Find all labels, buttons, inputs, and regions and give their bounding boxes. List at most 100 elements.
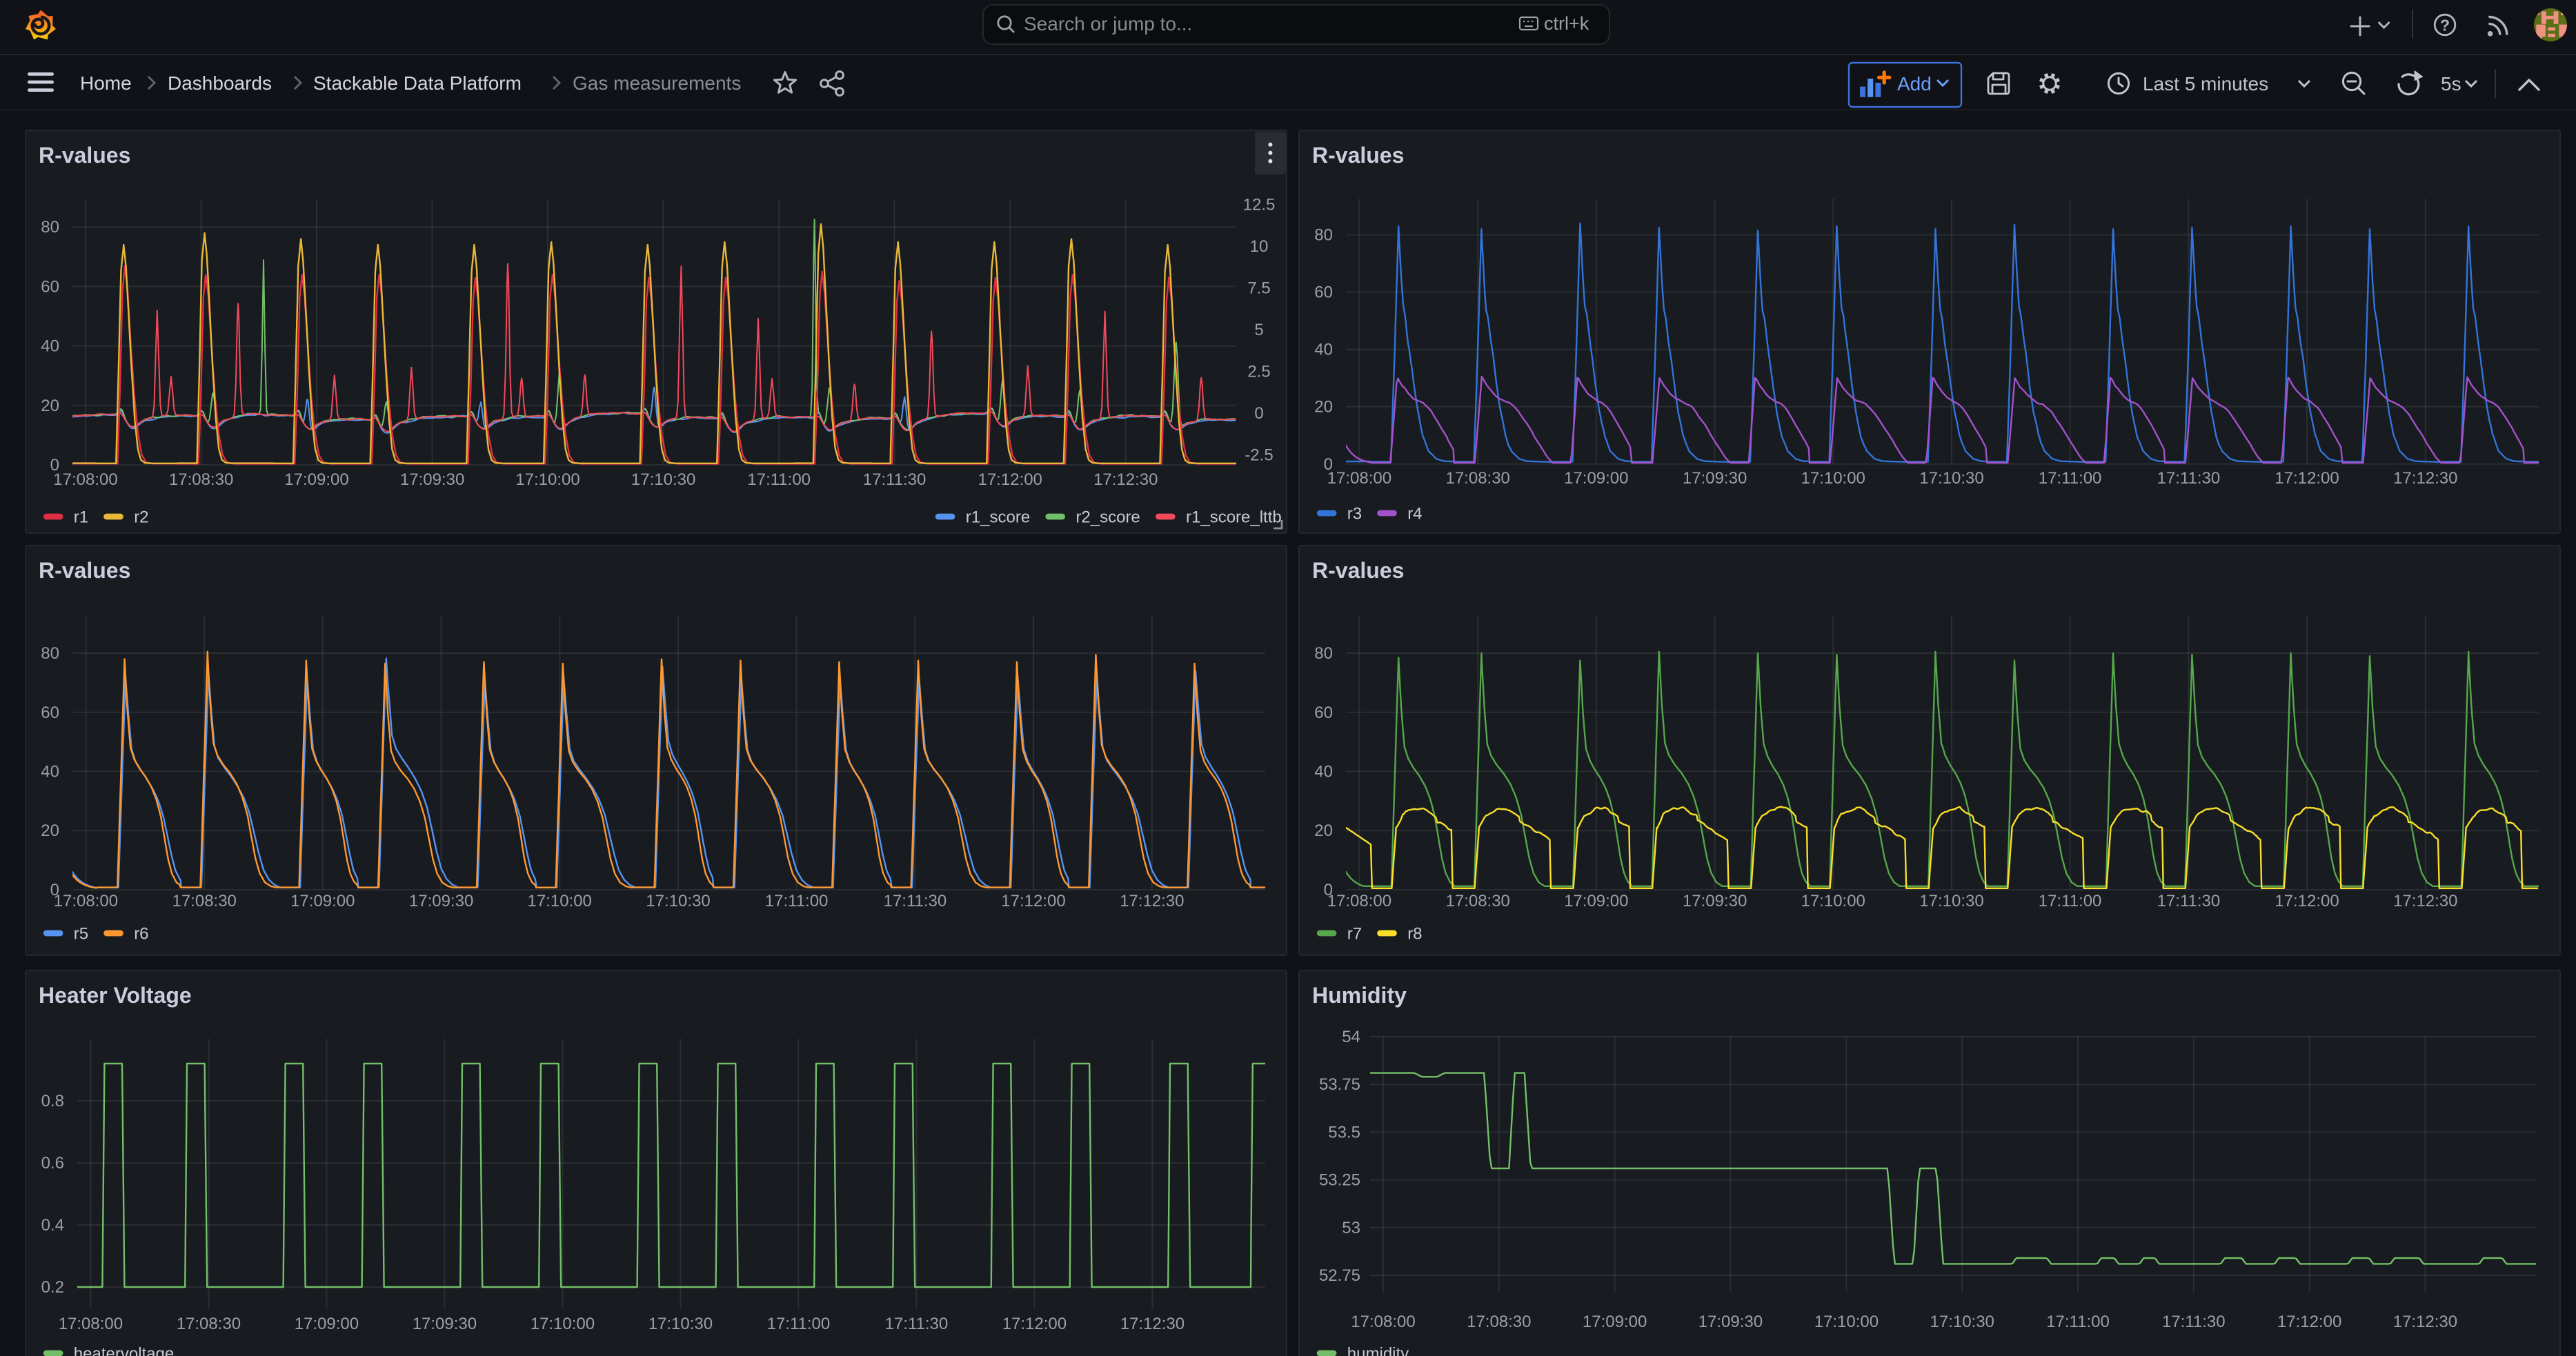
svg-text:40: 40: [41, 762, 59, 781]
svg-text:0: 0: [1254, 404, 1263, 423]
svg-text:20: 20: [1314, 821, 1333, 840]
svg-text:17:11:00: 17:11:00: [767, 1315, 831, 1333]
svg-text:17:10:00: 17:10:00: [527, 892, 591, 910]
svg-text:17:08:00: 17:08:00: [54, 892, 118, 910]
svg-text:17:11:30: 17:11:30: [885, 1315, 949, 1333]
svg-text:40: 40: [1314, 341, 1333, 359]
svg-text:53.75: 53.75: [1319, 1075, 1360, 1094]
svg-text:20: 20: [41, 397, 59, 415]
svg-text:17:09:00: 17:09:00: [1583, 1313, 1647, 1331]
svg-text:17:09:30: 17:09:30: [400, 470, 464, 489]
svg-text:17:08:30: 17:08:30: [1445, 892, 1509, 910]
svg-text:17:09:00: 17:09:00: [1564, 892, 1628, 910]
svg-text:17:12:00: 17:12:00: [2275, 469, 2339, 488]
svg-text:17:11:00: 17:11:00: [2039, 469, 2102, 488]
svg-text:0.6: 0.6: [41, 1154, 64, 1173]
svg-text:Humidity: Humidity: [1312, 983, 1407, 1008]
svg-text:17:09:00: 17:09:00: [295, 1315, 359, 1333]
svg-text:17:11:30: 17:11:30: [2157, 892, 2221, 910]
svg-text:17:12:30: 17:12:30: [1120, 1315, 1185, 1333]
svg-text:17:12:30: 17:12:30: [2393, 892, 2457, 910]
svg-text:60: 60: [1314, 283, 1333, 302]
svg-text:r2: r2: [134, 508, 148, 526]
svg-text:R-values: R-values: [1312, 558, 1404, 583]
svg-text:17:12:30: 17:12:30: [2393, 1313, 2457, 1331]
svg-text:53.5: 53.5: [1328, 1123, 1360, 1141]
svg-text:Search or jump to...: Search or jump to...: [1024, 13, 1192, 34]
svg-text:7.5: 7.5: [1247, 279, 1270, 298]
svg-text:17:10:30: 17:10:30: [1919, 892, 1983, 910]
svg-text:r1: r1: [74, 508, 88, 526]
svg-text:60: 60: [1314, 704, 1333, 722]
svg-text:17:10:00: 17:10:00: [1801, 892, 1865, 910]
svg-text:17:08:30: 17:08:30: [1467, 1313, 1531, 1331]
svg-text:17:08:00: 17:08:00: [1327, 892, 1391, 910]
svg-text:17:12:00: 17:12:00: [1001, 892, 1065, 910]
svg-text:17:11:00: 17:11:00: [765, 892, 829, 910]
svg-text:Home: Home: [80, 72, 132, 94]
svg-text:17:08:00: 17:08:00: [59, 1315, 123, 1333]
svg-text:17:11:00: 17:11:00: [2039, 892, 2102, 910]
svg-text:53.25: 53.25: [1319, 1171, 1360, 1190]
svg-text:40: 40: [1314, 762, 1333, 781]
svg-text:80: 80: [1314, 226, 1333, 244]
svg-text:17:11:30: 17:11:30: [863, 470, 927, 489]
svg-text:20: 20: [41, 821, 59, 840]
svg-text:80: 80: [41, 218, 59, 237]
svg-text:60: 60: [41, 277, 59, 296]
svg-text:40: 40: [41, 337, 59, 356]
svg-text:Gas measurements: Gas measurements: [573, 72, 741, 94]
svg-text:-2.5: -2.5: [1245, 446, 1273, 465]
svg-text:17:12:30: 17:12:30: [1120, 892, 1184, 910]
svg-text:17:09:30: 17:09:30: [413, 1315, 477, 1333]
svg-text:r5: r5: [74, 924, 88, 943]
svg-text:R-values: R-values: [39, 558, 130, 583]
svg-text:17:09:30: 17:09:30: [1683, 469, 1747, 488]
svg-text:r8: r8: [1407, 924, 1422, 943]
svg-text:53: 53: [1342, 1219, 1360, 1237]
svg-text:10: 10: [1250, 237, 1269, 256]
svg-text:Dashboards: Dashboards: [168, 72, 272, 94]
svg-text:Heater Voltage: Heater Voltage: [39, 983, 192, 1008]
svg-text:R-values: R-values: [39, 143, 130, 168]
svg-text:17:09:00: 17:09:00: [284, 470, 348, 489]
svg-text:r4: r4: [1407, 504, 1422, 523]
svg-text:17:10:30: 17:10:30: [1919, 469, 1983, 488]
svg-text:r2_score: r2_score: [1076, 508, 1140, 526]
svg-text:Stackable Data Platform: Stackable Data Platform: [313, 72, 522, 94]
svg-text:17:08:30: 17:08:30: [172, 892, 236, 910]
svg-text:humidity: humidity: [1347, 1344, 1409, 1356]
svg-text:r7: r7: [1347, 924, 1362, 943]
svg-text:80: 80: [41, 644, 59, 663]
svg-text:17:11:30: 17:11:30: [884, 892, 947, 910]
svg-text:17:10:30: 17:10:30: [1930, 1313, 1994, 1331]
svg-text:52.75: 52.75: [1319, 1266, 1360, 1285]
svg-text:17:11:30: 17:11:30: [2162, 1313, 2226, 1331]
svg-text:ctrl+k: ctrl+k: [1544, 13, 1589, 34]
svg-text:17:10:30: 17:10:30: [646, 892, 710, 910]
svg-text:17:10:00: 17:10:00: [531, 1315, 595, 1333]
svg-text:0.2: 0.2: [41, 1278, 64, 1297]
svg-text:17:10:00: 17:10:00: [515, 470, 579, 489]
svg-text:r1_score: r1_score: [966, 508, 1030, 526]
svg-text:5: 5: [1254, 321, 1263, 339]
svg-text:17:12:30: 17:12:30: [2393, 469, 2457, 488]
svg-text:17:11:00: 17:11:00: [747, 470, 811, 489]
svg-text:R-values: R-values: [1312, 143, 1404, 168]
svg-text:5s: 5s: [2441, 73, 2461, 94]
svg-text:17:10:00: 17:10:00: [1801, 469, 1865, 488]
svg-text:0.4: 0.4: [41, 1216, 64, 1235]
svg-text:17:12:00: 17:12:00: [978, 470, 1042, 489]
svg-text:17:08:00: 17:08:00: [1351, 1313, 1415, 1331]
svg-text:17:09:00: 17:09:00: [290, 892, 355, 910]
svg-text:r3: r3: [1347, 504, 1362, 523]
svg-text:17:12:00: 17:12:00: [2275, 892, 2339, 910]
svg-text:80: 80: [1314, 644, 1333, 663]
svg-text:2.5: 2.5: [1247, 362, 1270, 381]
svg-text:Add: Add: [1897, 73, 1932, 94]
svg-text:17:12:00: 17:12:00: [1002, 1315, 1067, 1333]
svg-text:17:11:00: 17:11:00: [2046, 1313, 2110, 1331]
svg-text:17:10:30: 17:10:30: [648, 1315, 713, 1333]
svg-text:17:08:30: 17:08:30: [1445, 469, 1509, 488]
svg-text:0.8: 0.8: [41, 1092, 64, 1110]
